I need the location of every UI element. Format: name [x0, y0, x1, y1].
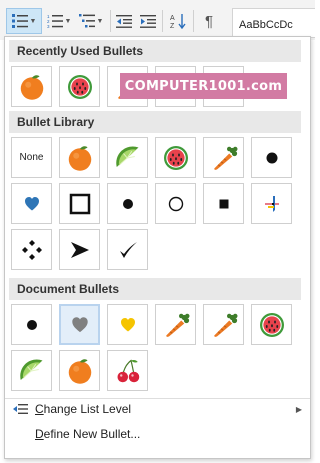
- numbering-button[interactable]: 1 2 3 ▼: [45, 8, 73, 34]
- multilevel-list-button[interactable]: ▼: [76, 8, 106, 34]
- bullet-option-lime[interactable]: [107, 137, 148, 178]
- bullet-option-none[interactable]: None: [11, 137, 52, 178]
- bullets-button[interactable]: ▼: [6, 8, 42, 34]
- chevron-down-icon: ▼: [64, 17, 72, 25]
- bullet-dropdown-panel: Recently Used Bullets Bullet Library Non…: [4, 36, 311, 459]
- sort-button[interactable]: A Z: [167, 8, 189, 34]
- bullet-option-watermelon[interactable]: [155, 137, 196, 178]
- dot-icon: [26, 319, 37, 330]
- bullet-option-watermelon[interactable]: [251, 304, 292, 345]
- bullet-option-four-diamond[interactable]: [11, 229, 52, 270]
- bullet-option-dot[interactable]: [11, 304, 52, 345]
- orange-icon: [17, 72, 47, 102]
- bullet-option-hollow-circle[interactable]: [155, 183, 196, 224]
- svg-text:3: 3: [47, 24, 50, 28]
- watermelon-icon: [65, 72, 95, 102]
- bullet-option-cherry[interactable]: [107, 350, 148, 391]
- decrease-indent-icon: [116, 14, 132, 28]
- bullet-option-gray-heart[interactable]: [59, 304, 100, 345]
- heart-icon: [118, 315, 138, 335]
- svg-text:Z: Z: [170, 23, 175, 29]
- orange-icon: [65, 356, 95, 386]
- watermelon-icon: [161, 143, 191, 173]
- bullet-option-carrot[interactable]: [155, 304, 196, 345]
- lime-icon: [17, 356, 47, 386]
- style-gallery-normal[interactable]: AaBbCcDc: [232, 8, 315, 38]
- change-list-level-label: Change List Level: [35, 402, 132, 416]
- watermelon-icon: [257, 310, 287, 340]
- none-label: None: [19, 152, 44, 163]
- bullet-option-blue-heart[interactable]: [11, 183, 52, 224]
- show-formatting-button[interactable]: ¶: [199, 8, 219, 34]
- recently-used-header: Recently Used Bullets: [9, 40, 301, 62]
- bullet-option-carrot[interactable]: [203, 137, 244, 178]
- heart-icon: [69, 314, 91, 336]
- lime-icon: [113, 143, 143, 173]
- bullet-library-header: Bullet Library: [9, 111, 301, 133]
- bullet-option-orange[interactable]: [59, 350, 100, 391]
- hollow-square-icon: [69, 193, 90, 214]
- pilcrow-icon: ¶: [204, 12, 214, 30]
- sort-az-icon: A Z: [170, 14, 186, 29]
- define-new-bullet-menu-item[interactable]: Define New Bullet...: [5, 422, 310, 446]
- bullet-option-dot[interactable]: [107, 183, 148, 224]
- bullet-option-lime[interactable]: [11, 350, 52, 391]
- multilevel-list-icon: [78, 14, 95, 28]
- square-icon: [219, 199, 228, 208]
- increase-indent-icon: [140, 14, 156, 28]
- bullet-option-yellow-heart[interactable]: [107, 304, 148, 345]
- svg-text:A: A: [170, 15, 175, 22]
- decrease-indent-button[interactable]: [114, 8, 134, 34]
- bullet-option-large-dot[interactable]: [251, 137, 292, 178]
- four-diamond-icon: [21, 239, 42, 260]
- pen-icon: [264, 195, 279, 212]
- bullet-option-arrowhead[interactable]: [59, 229, 100, 270]
- cherry-icon: [113, 356, 143, 386]
- change-level-icon: [5, 403, 35, 415]
- style-sample-text: AaBbCcDc: [239, 19, 293, 31]
- heart-icon: [22, 194, 42, 214]
- arrowhead-icon: [70, 241, 89, 258]
- hollow-circle-icon: [168, 196, 183, 211]
- numbering-icon: 1 2 3: [47, 14, 63, 28]
- bullet-option-pen[interactable]: [251, 183, 292, 224]
- document-bullets-header: Document Bullets: [9, 278, 301, 300]
- bullet-option-checkmark[interactable]: [107, 229, 148, 270]
- submenu-arrow-icon: ▶: [295, 404, 302, 414]
- large-dot-icon: [266, 152, 277, 163]
- carrot-icon: [161, 310, 191, 340]
- orange-icon: [65, 143, 95, 173]
- bullet-option-square[interactable]: [203, 183, 244, 224]
- dot-icon: [122, 198, 133, 209]
- chevron-down-icon: ▼: [96, 17, 104, 25]
- bullet-option-orange[interactable]: [11, 66, 52, 107]
- bullet-option-watermelon[interactable]: [59, 66, 100, 107]
- ribbon-toolbar: ▼ 1 2 3 ▼ ▼ A Z ¶ AaBbCcDc: [0, 0, 315, 40]
- bullets-icon: [11, 14, 28, 28]
- bullet-option-orange[interactable]: [59, 137, 100, 178]
- watermark-label: COMPUTER1001.com: [120, 73, 287, 99]
- checkmark-icon: [119, 241, 137, 258]
- bullet-option-hollow-square[interactable]: [59, 183, 100, 224]
- bullet-option-carrot[interactable]: [203, 304, 244, 345]
- define-new-bullet-label: Define New Bullet...: [35, 427, 141, 441]
- chevron-down-icon: ▼: [29, 17, 37, 25]
- carrot-icon: [209, 310, 239, 340]
- carrot-icon: [209, 143, 239, 173]
- increase-indent-button[interactable]: [138, 8, 158, 34]
- change-list-level-menu-item[interactable]: Change List Level ▶: [5, 397, 310, 421]
